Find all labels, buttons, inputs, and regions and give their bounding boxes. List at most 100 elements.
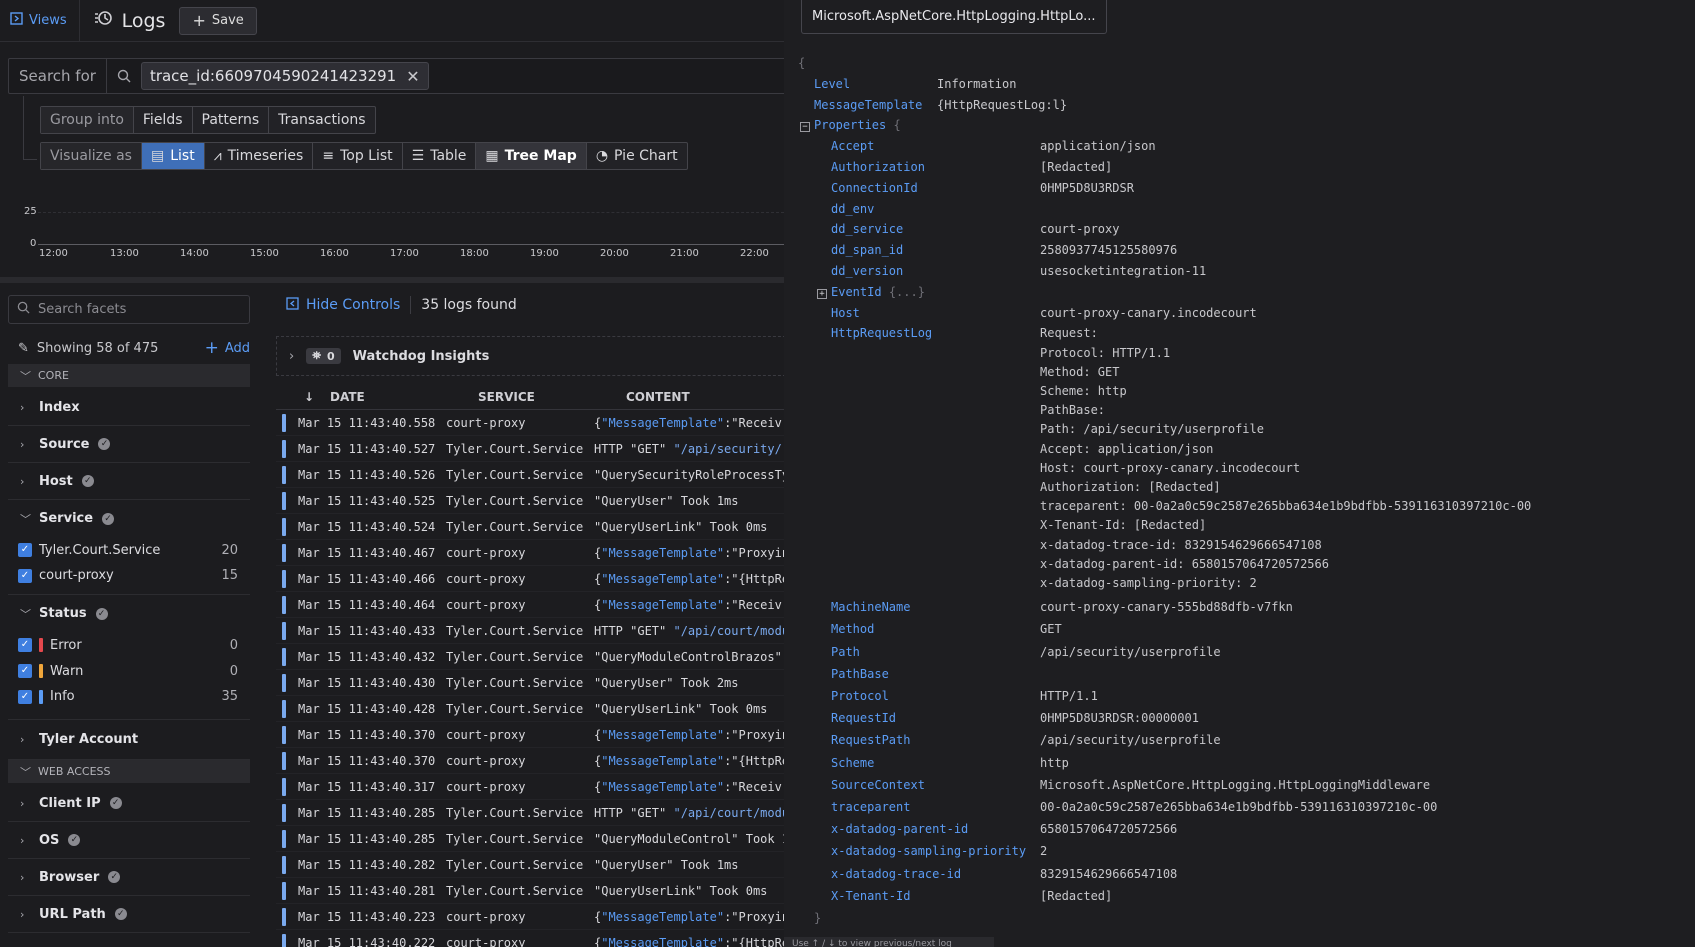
attr-key[interactable]: x-datadog-sampling-priority [831,844,1026,858]
facet-value-row[interactable]: ✓ Warn 0 [8,658,250,684]
checkbox-checked-icon[interactable]: ✓ [18,638,32,652]
viz-option-treemap[interactable]: ▦ Tree Map [476,143,587,169]
checkbox-checked-icon[interactable]: ✓ [18,664,32,678]
table-row[interactable]: Mar 15 11:43:40.527 Tyler.Court.Service … [276,436,784,462]
table-row[interactable]: Mar 15 11:43:40.526 Tyler.Court.Service … [276,462,784,488]
group-option-patterns[interactable]: Patterns [193,107,270,133]
attr-key[interactable]: MachineName [831,600,910,614]
facet-search-input[interactable]: Search facets [8,295,250,324]
facet-value-row[interactable]: ✓ court-proxy 15 [8,563,250,595]
attr-key[interactable]: dd_version [831,264,903,278]
column-header-date[interactable]: DATE [304,390,478,404]
pencil-icon[interactable]: ✎ [18,341,29,356]
facet-client-ip[interactable]: › Client IP ✓ [8,785,250,822]
attr-key-row[interactable]: Authorization [831,160,925,174]
checkbox-checked-icon[interactable]: ✓ [18,543,32,557]
attr-key[interactable]: RequestPath [831,733,910,747]
table-row[interactable]: Mar 15 11:43:40.525 Tyler.Court.Service … [276,488,784,514]
attr-key[interactable]: traceparent [831,800,910,814]
attr-key-row[interactable]: Scheme [831,756,874,770]
sort-desc-icon[interactable]: ↓ [276,390,314,404]
facet-tyler-account[interactable]: › Tyler Account [8,720,250,760]
checkbox-checked-icon[interactable]: ✓ [18,689,32,704]
attr-key[interactable]: dd_env [831,202,874,216]
viz-option-piechart[interactable]: ◔ Pie Chart [587,143,687,169]
attr-key[interactable]: EventId [831,285,882,299]
checkbox-checked-icon[interactable]: ✓ [18,568,32,583]
attr-key[interactable]: Properties [814,118,886,132]
attr-row-properties[interactable]: − Properties { [800,118,901,133]
facet-section-core[interactable]: ﹀ CORE [8,364,250,387]
add-facet-button[interactable]: + Add [205,338,250,358]
attr-key[interactable]: HttpRequestLog [831,326,932,340]
table-row[interactable]: Mar 15 11:43:40.282 Tyler.Court.Service … [276,852,784,878]
attr-key[interactable]: Protocol [831,689,889,703]
attr-key[interactable]: X-Tenant-Id [831,889,910,903]
column-header-service[interactable]: SERVICE [478,390,626,404]
attr-key-row[interactable]: RequestPath [831,733,910,747]
hide-controls-button[interactable]: Hide Controls [286,296,400,314]
attr-key[interactable]: MessageTemplate [814,98,922,112]
attr-key[interactable]: Scheme [831,756,874,770]
facet-value-row[interactable]: ✓ Info 35 [8,684,250,720]
attr-key-row[interactable]: dd_env [831,202,874,216]
group-option-transactions[interactable]: Transactions [269,107,374,133]
attr-key[interactable]: Level [814,77,850,91]
attr-key[interactable]: SourceContext [831,778,925,792]
attr-key[interactable]: RequestId [831,711,896,725]
attr-key[interactable]: ConnectionId [831,181,918,195]
collapse-icon[interactable]: − [800,122,810,133]
table-row[interactable]: Mar 15 11:43:40.223 court-proxy {"Messag… [276,904,784,930]
table-row[interactable]: Mar 15 11:43:40.222 court-proxy {"Messag… [276,930,784,947]
attr-key-row[interactable]: Path [831,645,860,659]
group-option-fields[interactable]: Fields [134,107,193,133]
detail-tab[interactable]: Microsoft.AspNetCore.HttpLogging.HttpLo.… [801,0,1107,34]
remove-chip-icon[interactable]: ✕ [406,67,419,86]
table-row[interactable]: Mar 15 11:43:40.430 Tyler.Court.Service … [276,670,784,696]
attr-key-row[interactable]: dd_service [831,222,903,236]
search-bar[interactable]: Search for trace_id:6609704590241423291 … [8,58,784,94]
table-row[interactable]: Mar 15 11:43:40.432 Tyler.Court.Service … [276,644,784,670]
facet-browser[interactable]: › Browser ✓ [8,859,250,896]
attr-key[interactable]: Path [831,645,860,659]
viz-option-timeseries[interactable]: ⩘ Timeseries [205,143,314,169]
attr-key[interactable]: Accept [831,139,874,153]
table-row[interactable]: Mar 15 11:43:40.467 court-proxy {"Messag… [276,540,784,566]
attr-key-row[interactable]: dd_span_id [831,243,903,257]
viz-option-table[interactable]: ☰ Table [403,143,477,169]
facet-value-row[interactable]: ✓ Error 0 [8,632,250,658]
attr-key[interactable]: x-datadog-parent-id [831,822,968,836]
viz-option-toplist[interactable]: ≡ Top List [313,143,403,169]
attr-key[interactable]: dd_span_id [831,243,903,257]
query-chip[interactable]: trace_id:6609704590241423291 ✕ [140,62,429,90]
facet-source[interactable]: › Source ✓ [8,426,250,463]
attr-row-level[interactable]: Level [814,77,850,91]
table-row[interactable]: Mar 15 11:43:40.281 Tyler.Court.Service … [276,878,784,904]
table-row[interactable]: Mar 15 11:43:40.285 Tyler.Court.Service … [276,826,784,852]
table-row[interactable]: Mar 15 11:43:40.464 court-proxy {"Messag… [276,592,784,618]
attr-key-row[interactable]: x-datadog-trace-id [831,867,961,881]
facet-index[interactable]: › Index [8,389,250,426]
views-button[interactable]: Views [0,0,80,42]
column-header-content[interactable]: CONTENT [626,390,690,404]
attr-key[interactable]: Host [831,306,860,320]
attr-key-row[interactable]: RequestId [831,711,896,725]
attr-row-template[interactable]: MessageTemplate [814,98,922,112]
facet-status[interactable]: ﹀ Status ✓ [8,595,250,632]
save-button[interactable]: + Save [179,6,257,35]
attr-key-row[interactable]: Host [831,306,860,320]
attr-row-eventid[interactable]: + EventId {...} [817,285,925,299]
attr-key-row[interactable]: Method [831,622,874,636]
table-row[interactable]: Mar 15 11:43:40.428 Tyler.Court.Service … [276,696,784,722]
table-row[interactable]: Mar 15 11:43:40.370 court-proxy {"Messag… [276,748,784,774]
table-row[interactable]: Mar 15 11:43:40.285 Tyler.Court.Service … [276,800,784,826]
viz-option-list[interactable]: ▤ List [141,143,205,169]
table-row[interactable]: Mar 15 11:43:40.524 Tyler.Court.Service … [276,514,784,540]
table-row[interactable]: Mar 15 11:43:40.433 Tyler.Court.Service … [276,618,784,644]
attr-key-row[interactable]: ConnectionId [831,181,918,195]
table-row[interactable]: Mar 15 11:43:40.317 court-proxy {"Messag… [276,774,784,800]
attr-key-row[interactable]: x-datadog-sampling-priority [831,844,1026,858]
attr-key[interactable]: Method [831,622,874,636]
attr-key-row[interactable]: HttpRequestLog [831,326,932,340]
facet-url-path[interactable]: › URL Path ✓ [8,896,250,933]
